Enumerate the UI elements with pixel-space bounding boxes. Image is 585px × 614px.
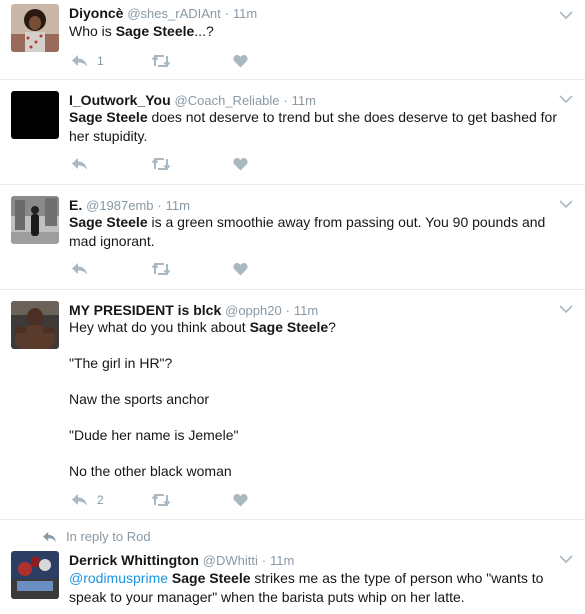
tweet-text: Hey what do you think about Sage Steele?… [69, 318, 571, 481]
timestamp[interactable]: 11m [233, 6, 257, 21]
separator: · [283, 93, 288, 108]
username[interactable]: @shes_rADIAnt [127, 6, 220, 21]
retweet-button[interactable] [151, 491, 171, 509]
separator: · [261, 553, 267, 568]
display-name[interactable]: I_Outwork_You [69, 92, 171, 108]
like-button[interactable] [233, 491, 248, 509]
avatar[interactable] [11, 301, 59, 349]
tweet-paragraph: No the other black woman [69, 463, 232, 479]
avatar[interactable] [11, 196, 59, 244]
reply-button[interactable] [71, 155, 88, 173]
username[interactable]: @opph20 [225, 303, 282, 318]
chevron-down-icon[interactable] [559, 199, 573, 209]
reply-icon [72, 158, 87, 170]
timestamp[interactable]: 11m [294, 303, 318, 318]
timestamp[interactable]: 11m [292, 93, 316, 108]
retweet-icon [151, 157, 171, 171]
like-button[interactable] [233, 155, 248, 173]
heart-icon [233, 263, 248, 276]
tweet-text: Who is Sage Steele...? [69, 23, 214, 39]
avatar[interactable] [11, 551, 59, 599]
reply-icon [72, 263, 87, 275]
separator: · [157, 198, 162, 213]
tweet-paragraph: "The girl in HR"? [69, 355, 173, 371]
in-reply-to-label: In reply to Rod [66, 529, 151, 544]
display-name[interactable]: Diyoncè [69, 5, 123, 21]
retweet-button[interactable] [151, 260, 171, 278]
tweet[interactable]: I_Outwork_You @Coach_Reliable · 11m Sage… [0, 80, 585, 185]
like-button[interactable] [233, 52, 248, 70]
tweet[interactable]: MY PRESIDENT is blck @opph20 · 11m Hey w… [0, 290, 585, 520]
timestamp[interactable]: 11m [270, 553, 294, 568]
display-name[interactable]: MY PRESIDENT is blck [69, 302, 221, 318]
separator: · [285, 303, 290, 318]
tweet[interactable]: Diyoncè @shes_rADIAnt · 11m Who is Sage … [0, 0, 585, 80]
retweet-button[interactable] [151, 52, 171, 70]
in-reply-to-link[interactable]: In reply to Rod [42, 529, 151, 544]
chevron-down-icon[interactable] [559, 554, 573, 564]
display-name[interactable]: Derrick Whittington [69, 552, 199, 568]
display-name[interactable]: E. [69, 197, 82, 213]
chevron-down-icon[interactable] [559, 304, 573, 314]
timestamp[interactable]: 11m [166, 198, 190, 213]
mention-link[interactable]: @rodimusprime [69, 570, 168, 586]
tweet-paragraph: Naw the sports anchor [69, 391, 210, 407]
chevron-down-icon[interactable] [559, 10, 573, 20]
like-button[interactable] [233, 260, 248, 278]
retweet-button[interactable] [151, 155, 171, 173]
reply-count: 1 [97, 54, 104, 68]
reply-icon [72, 494, 87, 506]
reply-icon [43, 531, 56, 542]
reply-icon [72, 55, 87, 67]
retweet-icon [151, 262, 171, 276]
username[interactable]: @Coach_Reliable [175, 93, 280, 108]
username[interactable]: @DWhitti [203, 553, 258, 568]
chevron-down-icon[interactable] [559, 94, 573, 104]
avatar[interactable] [11, 4, 59, 52]
separator: · [224, 6, 229, 21]
tweet[interactable]: E. @1987emb · 11m Sage Steele is a green… [0, 185, 585, 290]
tweet-text: @rodimusprime Sage Steele strikes me as … [69, 570, 544, 605]
reply-button[interactable]: 2 [71, 491, 104, 509]
tweet[interactable]: Derrick Whittington @DWhitti · 11m @rodi… [0, 545, 585, 614]
heart-icon [233, 494, 248, 507]
reply-button[interactable] [71, 260, 88, 278]
tweet-paragraph: "Dude her name is Jemele" [69, 427, 239, 443]
heart-icon [233, 55, 248, 68]
username[interactable]: @1987emb [86, 198, 153, 213]
heart-icon [233, 158, 248, 171]
retweet-icon [151, 54, 171, 68]
retweet-icon [151, 493, 171, 507]
reply-count: 2 [97, 493, 104, 507]
tweet-text: Sage Steele does not deserve to trend bu… [69, 109, 557, 144]
timeline: Diyoncè @shes_rADIAnt · 11m Who is Sage … [0, 0, 585, 614]
avatar[interactable] [11, 91, 59, 139]
tweet-text: Sage Steele is a green smoothie away fro… [69, 214, 546, 249]
reply-button[interactable]: 1 [71, 52, 104, 70]
